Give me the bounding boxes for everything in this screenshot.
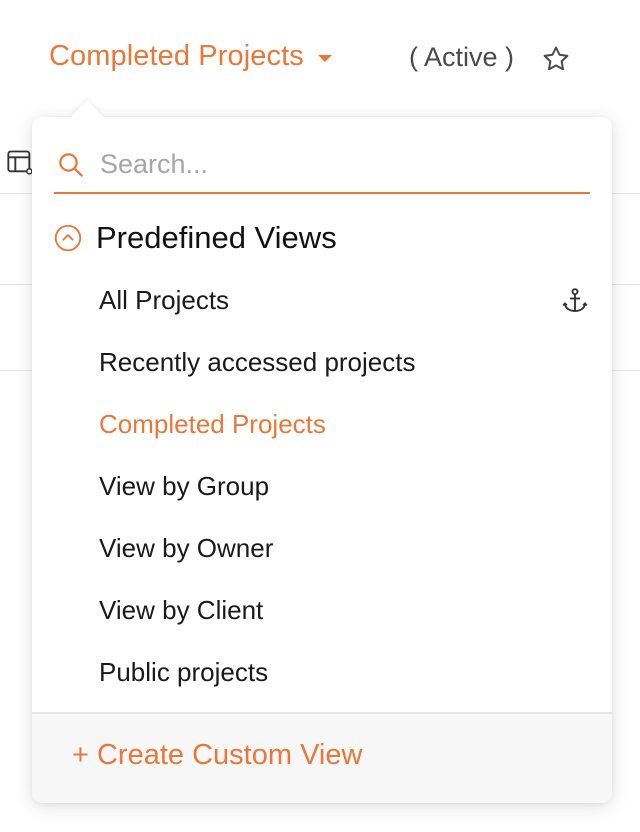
view-item-label: View by Client: [99, 595, 264, 625]
view-dropdown-menu: Predefined Views All Projects Recently a…: [32, 100, 612, 803]
view-item-label: View by Group: [99, 471, 270, 501]
view-item-label: Recently accessed projects: [99, 347, 416, 377]
view-item-label: Completed Projects: [99, 409, 326, 439]
search-box: [54, 137, 590, 194]
anchor-icon[interactable]: [560, 286, 590, 316]
dropdown-footer: + Create Custom View: [32, 712, 612, 803]
predefined-views-header[interactable]: Predefined Views: [54, 220, 337, 256]
current-view-title: Completed Projects: [49, 40, 304, 72]
view-item-completed-projects[interactable]: Completed Projects: [32, 393, 612, 455]
caret-down-icon: [317, 55, 332, 62]
view-switcher-button[interactable]: Completed Projects: [49, 40, 332, 73]
view-item-label: View by Owner: [99, 533, 274, 563]
chevron-up-circle-icon[interactable]: [54, 224, 82, 252]
search-input[interactable]: [100, 149, 570, 180]
star-outline-icon[interactable]: [541, 44, 571, 74]
view-item-public-projects[interactable]: Public projects: [32, 641, 612, 703]
view-list: All Projects Recently accessed projects …: [32, 269, 612, 703]
view-item-label: Public projects: [99, 657, 269, 687]
search-icon: [59, 152, 83, 177]
section-title: Predefined Views: [96, 220, 337, 255]
dropdown-pointer: [71, 100, 103, 132]
view-item-label: All Projects: [99, 285, 230, 315]
view-item-all-projects[interactable]: All Projects: [32, 269, 612, 331]
project-status-filter[interactable]: ( Active ): [409, 42, 514, 73]
view-item-by-client[interactable]: View by Client: [32, 579, 612, 641]
view-item-by-group[interactable]: View by Group: [32, 455, 612, 517]
view-item-by-owner[interactable]: View by Owner: [32, 517, 612, 579]
table-settings-icon[interactable]: [6, 148, 34, 176]
view-item-recently-accessed[interactable]: Recently accessed projects: [32, 331, 612, 393]
create-custom-view-button[interactable]: + Create Custom View: [72, 739, 362, 772]
